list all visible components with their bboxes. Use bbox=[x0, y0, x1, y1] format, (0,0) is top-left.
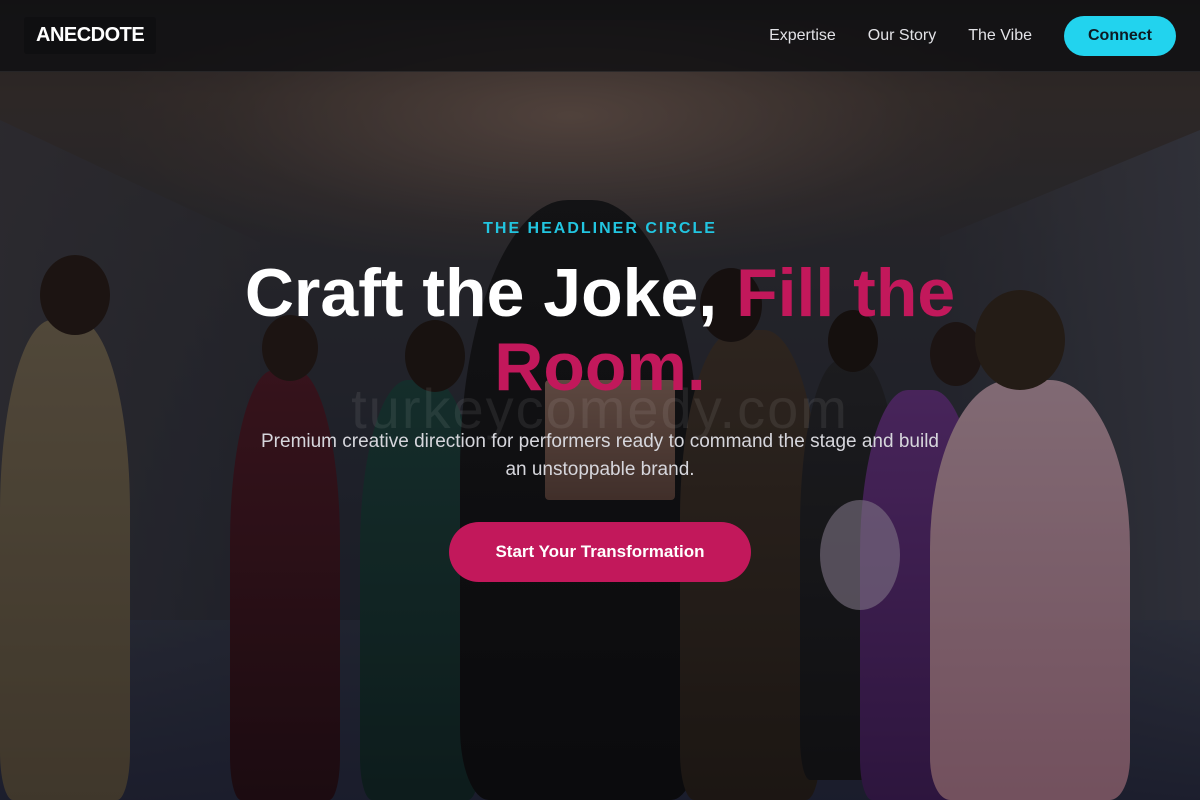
hero-eyebrow: THE HEADLINER CIRCLE bbox=[483, 220, 717, 237]
headline-white-part: Craft the Joke, bbox=[244, 255, 737, 331]
hero-headline: Craft the Joke, Fill the Room. bbox=[200, 256, 1000, 404]
hero-content: THE HEADLINER CIRCLE turkeycomedy.com Cr… bbox=[0, 0, 1200, 800]
start-transformation-button[interactable]: Start Your Transformation bbox=[449, 522, 751, 582]
hero-subtitle: Premium creative direction for performer… bbox=[261, 431, 939, 480]
